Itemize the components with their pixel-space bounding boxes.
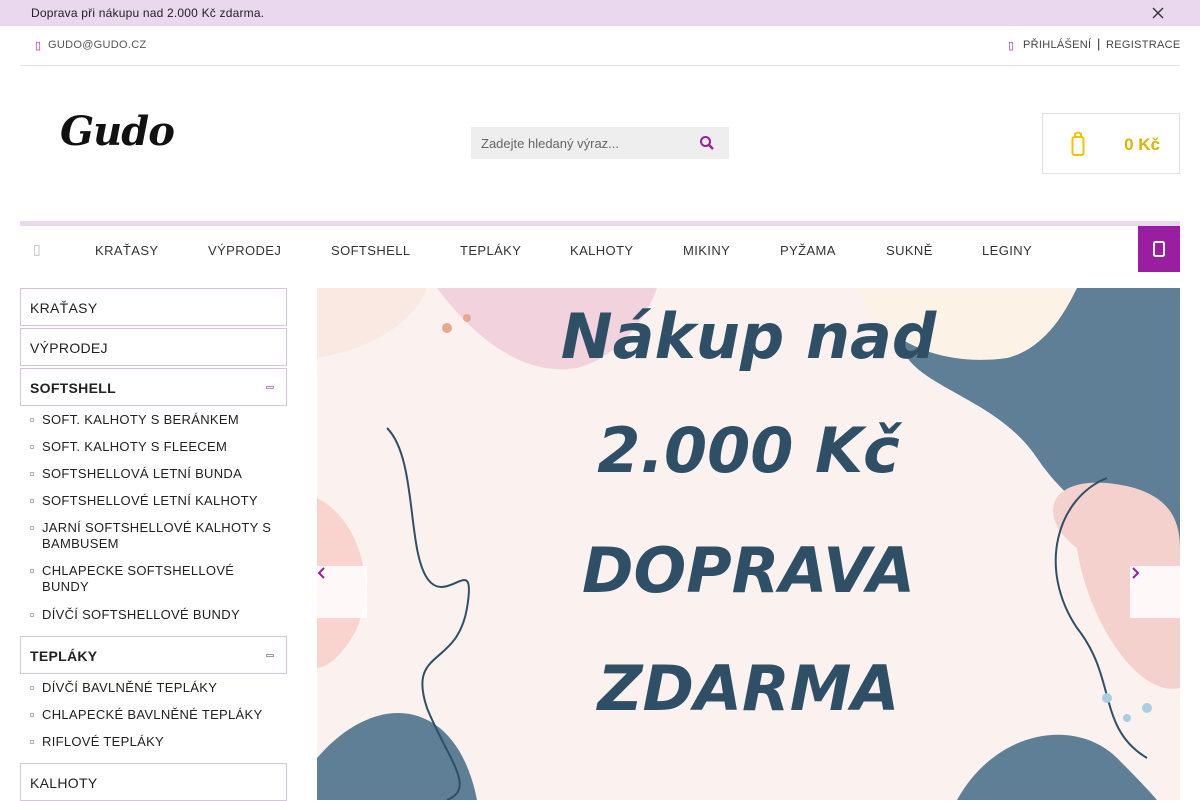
banner-headline-line-3: DOPRAVA [582, 534, 915, 607]
subcategory-label: SOFTSHELLOVÉ LETNÍ KALHOTY [42, 493, 258, 508]
search-icon [700, 136, 714, 150]
subcategory-label: JARNÍ SOFTSHELLOVÉ KALHOTY S BAMBUSEM [42, 520, 272, 551]
contact-email[interactable]: GUDO@GUDO.CZ [48, 39, 147, 51]
main-nav: ▯ KRAŤASY VÝPRODEJ SOFTSHELL TEPLÁKY KAL… [20, 221, 1180, 272]
category-label: SOFTSHELL [30, 380, 116, 396]
cart-icon [1071, 131, 1085, 163]
chevron-right-icon [1132, 567, 1140, 579]
subcategory-item[interactable]: JARNÍ SOFTSHELLOVÉ KALHOTY S BAMBUSEM [30, 520, 280, 552]
collapse-icon[interactable] [266, 386, 274, 389]
user-icon: ▯ [1008, 40, 1015, 52]
subcategory-label: SOFT. KALHOTY S BERÁNKEM [42, 412, 239, 427]
nav-item-teplaky[interactable]: TEPLÁKY [460, 243, 521, 258]
bullet-icon [30, 418, 34, 422]
bullet-icon [30, 613, 34, 617]
bullet-icon [30, 526, 34, 530]
nav-item-vyprodej[interactable]: VÝPRODEJ [208, 243, 281, 258]
search-button[interactable] [693, 131, 721, 155]
bullet-icon [30, 686, 34, 690]
site-logo[interactable]: Gudo [60, 108, 175, 164]
nav-item-softshell[interactable]: SOFTSHELL [331, 243, 410, 258]
category-label: TEPLÁKY [30, 648, 98, 664]
cart-total: 0 Kč [1124, 135, 1160, 154]
search-input[interactable] [471, 127, 691, 159]
subcategory-item[interactable]: DÍVČÍ SOFTSHELLOVÉ BUNDY [30, 607, 280, 623]
subcategory-label: SOFT. KALHOTY S FLEECEM [42, 439, 228, 454]
subcategory-item[interactable]: CHLAPECKE SOFTSHELLOVÉ BUNDY [30, 563, 280, 595]
collapse-icon[interactable] [266, 654, 274, 657]
nav-item-leginy[interactable]: LEGINY [982, 243, 1032, 258]
login-link[interactable]: PŘIHLÁŠENÍ [1023, 39, 1091, 51]
subcategory-item[interactable]: SOFT. KALHOTY S BERÁNKEM [30, 412, 280, 428]
subcategory-label: DÍVČÍ BAVLNĚNÉ TEPLÁKY [42, 680, 218, 695]
banner-next-button[interactable] [1130, 566, 1180, 618]
category-kalhoty[interactable]: KALHOTY [20, 763, 287, 801]
nav-item-kratasy[interactable]: KRAŤASY [95, 243, 158, 258]
home-icon[interactable]: ▯ [33, 241, 41, 258]
bullet-icon [30, 740, 34, 744]
cart-button[interactable]: 0 Kč [1042, 113, 1180, 174]
search-box [471, 127, 729, 159]
banner-headline-line-2: 2.000 Kč [597, 414, 900, 487]
subcategory-item[interactable]: DÍVČÍ BAVLNĚNÉ TEPLÁKY [30, 680, 280, 696]
category-label: VÝPRODEJ [30, 340, 108, 356]
nav-item-mikiny[interactable]: MIKINY [683, 243, 730, 258]
chevron-left-icon [317, 567, 325, 579]
category-kratasy[interactable]: KRAŤASY [20, 288, 287, 326]
subcategory-item[interactable]: SOFTSHELLOVÁ LETNÍ BUNDA [30, 466, 280, 482]
category-softshell[interactable]: SOFTSHELL [20, 368, 287, 406]
announcement-bar: Doprava při nákupu nad 2.000 Kč zdarma. [0, 0, 1200, 26]
envelope-icon: ▯ [35, 40, 42, 52]
bullet-icon [30, 445, 34, 449]
announcement-text: Doprava při nákupu nad 2.000 Kč zdarma. [31, 6, 265, 20]
banner-prev-button[interactable] [317, 566, 367, 618]
category-teplaky[interactable]: TEPLÁKY [20, 636, 287, 674]
banner-headline-line-1: Nákup nad [560, 300, 937, 373]
bullet-icon [30, 569, 34, 573]
subcategory-label: SOFTSHELLOVÁ LETNÍ BUNDA [42, 466, 243, 481]
subcategory-label: CHLAPECKE SOFTSHELLOVÉ BUNDY [42, 563, 235, 594]
subcategory-label: RIFLOVÉ TEPLÁKY [42, 734, 165, 749]
category-label: KRAŤASY [30, 300, 98, 316]
subcategory-item[interactable]: SOFTSHELLOVÉ LETNÍ KALHOTY [30, 493, 280, 509]
bullet-icon [30, 472, 34, 476]
subcategory-label: DÍVČÍ SOFTSHELLOVÉ BUNDY [42, 607, 240, 622]
menu-button[interactable] [1138, 226, 1180, 272]
subcategory-item[interactable]: RIFLOVÉ TEPLÁKY [30, 734, 280, 750]
register-link[interactable]: REGISTRACE [1106, 39, 1181, 51]
hero-banner[interactable]: Nákup nad 2.000 Kč DOPRAVA ZDARMA [317, 288, 1180, 800]
subcategory-label: CHLAPECKÉ BAVLNĚNÉ TEPLÁKY [42, 707, 263, 722]
nav-item-kalhoty[interactable]: KALHOTY [570, 243, 633, 258]
bullet-icon [30, 713, 34, 717]
category-vyprodej[interactable]: VÝPRODEJ [20, 328, 287, 366]
menu-icon [1153, 241, 1165, 257]
subcategory-item[interactable]: SOFT. KALHOTY S FLEECEM [30, 439, 280, 455]
nav-item-pyzama[interactable]: PYŽAMA [780, 243, 836, 258]
link-separator: | [1097, 36, 1101, 51]
close-icon[interactable] [1150, 5, 1166, 21]
subcategory-item[interactable]: CHLAPECKÉ BAVLNĚNÉ TEPLÁKY [30, 707, 280, 723]
nav-item-sukne[interactable]: SUKNĚ [886, 243, 933, 258]
banner-headline-line-4: ZDARMA [597, 652, 900, 725]
contact-row: ▯ GUDO@GUDO.CZ ▯ PŘIHLÁŠENÍ | REGISTRACE [20, 30, 1180, 66]
category-label: KALHOTY [30, 775, 98, 791]
bullet-icon [30, 499, 34, 503]
logo-text: Gudo [60, 108, 175, 155]
